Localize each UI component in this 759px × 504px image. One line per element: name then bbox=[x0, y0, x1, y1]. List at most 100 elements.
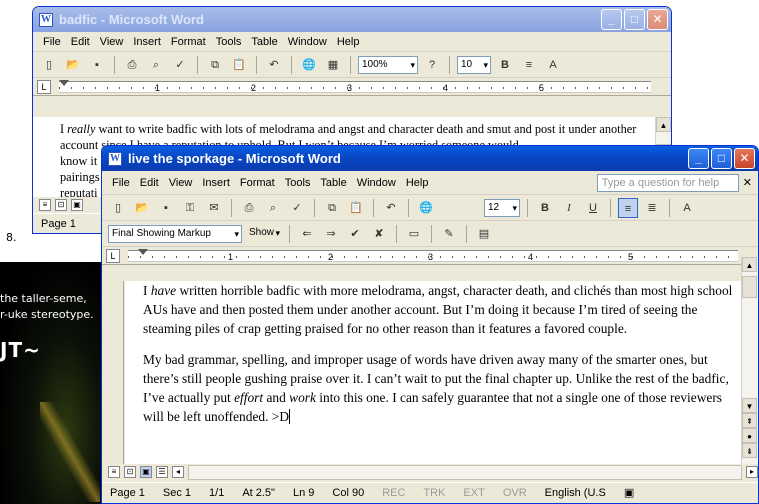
table-icon[interactable]: ▦ bbox=[323, 55, 343, 75]
web-view-icon[interactable]: ⊡ bbox=[124, 466, 136, 478]
normal-view-icon[interactable]: ≡ bbox=[108, 466, 120, 478]
menu-help[interactable]: Help bbox=[406, 177, 429, 189]
menu-table[interactable]: Table bbox=[320, 177, 346, 189]
close-document-icon[interactable]: ✕ bbox=[743, 176, 752, 189]
back-window-titlebar[interactable]: W badfic - Microsoft Word _ □ ✕ bbox=[33, 7, 671, 32]
align-icon[interactable]: ≡ bbox=[519, 55, 539, 75]
paste-icon[interactable]: 📋 bbox=[346, 198, 366, 218]
tab-selector[interactable]: L bbox=[106, 248, 120, 263]
menu-insert[interactable]: Insert bbox=[133, 36, 161, 48]
scroll-up-arrow[interactable]: ▲ bbox=[742, 257, 757, 272]
new-document-icon[interactable]: ▯ bbox=[108, 198, 128, 218]
menu-edit[interactable]: Edit bbox=[140, 177, 159, 189]
minimize-button[interactable]: _ bbox=[688, 148, 709, 169]
track-changes-icon[interactable]: ✎ bbox=[439, 224, 459, 244]
italic-button[interactable]: I bbox=[559, 198, 579, 218]
menu-tools[interactable]: Tools bbox=[285, 177, 311, 189]
justify-button[interactable]: ≣ bbox=[642, 198, 662, 218]
reviewing-pane-icon[interactable]: ▤ bbox=[474, 224, 494, 244]
status-ext[interactable]: EXT bbox=[463, 487, 484, 499]
ask-question-input[interactable]: Type a question for help bbox=[596, 173, 739, 192]
hyperlink-icon[interactable]: 🌐 bbox=[416, 198, 436, 218]
menu-window[interactable]: Window bbox=[357, 177, 396, 189]
close-button[interactable]: ✕ bbox=[647, 9, 668, 30]
scroll-up-arrow[interactable]: ▲ bbox=[656, 117, 671, 132]
styles-icon[interactable]: A bbox=[543, 55, 563, 75]
front-window-titlebar[interactable]: W live the sporkage - Microsoft Word _ □… bbox=[102, 146, 758, 171]
web-view-icon[interactable]: ⊡ bbox=[55, 199, 67, 211]
bold-button[interactable]: B bbox=[495, 55, 515, 75]
maximize-button[interactable]: □ bbox=[711, 148, 732, 169]
status-ovr[interactable]: OVR bbox=[503, 487, 527, 499]
help-icon[interactable]: ? bbox=[422, 55, 442, 75]
next-change-icon[interactable]: ⇒ bbox=[321, 224, 341, 244]
front-ruler[interactable]: L 1 2 3 4 5 bbox=[102, 247, 758, 265]
print-icon[interactable]: ⎙ bbox=[239, 198, 259, 218]
open-folder-icon[interactable]: 📂 bbox=[132, 198, 152, 218]
print-view-icon[interactable]: ▣ bbox=[140, 466, 152, 478]
menu-window[interactable]: Window bbox=[288, 36, 327, 48]
permission-icon[interactable]: ⚿ bbox=[180, 198, 200, 218]
print-icon[interactable]: ⎙ bbox=[122, 55, 142, 75]
hyperlink-icon[interactable]: 🌐 bbox=[299, 55, 319, 75]
print-preview-icon[interactable]: ⌕ bbox=[146, 55, 166, 75]
scroll-thumb[interactable] bbox=[742, 276, 757, 298]
menu-edit[interactable]: Edit bbox=[71, 36, 90, 48]
previous-change-icon[interactable]: ⇐ bbox=[297, 224, 317, 244]
front-vertical-scrollbar[interactable]: ▲ ▼ ⇞ ● ⇟ bbox=[741, 257, 758, 464]
select-browse-object-icon[interactable]: ● bbox=[742, 428, 757, 443]
previous-page-icon[interactable]: ⇞ bbox=[742, 413, 757, 428]
copy-icon[interactable]: ⧉ bbox=[322, 198, 342, 218]
menu-tools[interactable]: Tools bbox=[216, 36, 242, 48]
front-document[interactable]: I have written horrible badfic with more… bbox=[125, 281, 741, 464]
zoom-select[interactable]: 100% bbox=[358, 55, 418, 74]
menu-insert[interactable]: Insert bbox=[202, 177, 230, 189]
undo-icon[interactable]: ↶ bbox=[264, 55, 284, 75]
bold-button[interactable]: B bbox=[535, 198, 555, 218]
save-icon[interactable]: ▪ bbox=[87, 55, 107, 75]
status-rec[interactable]: REC bbox=[382, 487, 405, 499]
email-icon[interactable]: ✉ bbox=[204, 198, 224, 218]
menu-file[interactable]: File bbox=[112, 177, 130, 189]
normal-view-icon[interactable]: ≡ bbox=[39, 199, 51, 211]
back-ruler[interactable]: L 1 2 3 4 5 bbox=[33, 78, 671, 96]
save-icon[interactable]: ▪ bbox=[156, 198, 176, 218]
menu-help[interactable]: Help bbox=[337, 36, 360, 48]
styles-icon[interactable]: A bbox=[677, 198, 697, 218]
underline-button[interactable]: U bbox=[583, 198, 603, 218]
markup-mode-select[interactable]: Final Showing Markup bbox=[108, 224, 242, 243]
horizontal-scroll-track[interactable] bbox=[188, 464, 742, 480]
status-trk[interactable]: TRK bbox=[423, 487, 445, 499]
undo-icon[interactable]: ↶ bbox=[381, 198, 401, 218]
scroll-left-arrow[interactable]: ◂ bbox=[172, 466, 184, 478]
print-preview-icon[interactable]: ⌕ bbox=[263, 198, 283, 218]
menu-file[interactable]: File bbox=[43, 36, 61, 48]
front-word-window[interactable]: W live the sporkage - Microsoft Word _ □… bbox=[101, 145, 759, 504]
menu-view[interactable]: View bbox=[169, 177, 193, 189]
spelling-icon[interactable]: ✓ bbox=[170, 55, 190, 75]
minimize-button[interactable]: _ bbox=[601, 9, 622, 30]
spelling-status-icon[interactable]: ▣ bbox=[624, 486, 634, 499]
spelling-icon[interactable]: ✓ bbox=[287, 198, 307, 218]
open-folder-icon[interactable]: 📂 bbox=[63, 55, 83, 75]
insert-comment-icon[interactable]: ▭ bbox=[404, 224, 424, 244]
maximize-button[interactable]: □ bbox=[624, 9, 645, 30]
menu-format[interactable]: Format bbox=[240, 177, 275, 189]
align-left-button[interactable]: ≡ bbox=[618, 197, 638, 218]
new-document-icon[interactable]: ▯ bbox=[39, 55, 59, 75]
font-size-select[interactable]: 12 bbox=[484, 198, 520, 217]
scroll-down-arrow[interactable]: ▼ bbox=[742, 398, 757, 413]
reject-change-icon[interactable]: ✘ bbox=[369, 224, 389, 244]
font-size-select[interactable]: 10 bbox=[457, 55, 491, 74]
print-view-icon[interactable]: ▣ bbox=[71, 199, 83, 211]
paste-icon[interactable]: 📋 bbox=[229, 55, 249, 75]
menu-view[interactable]: View bbox=[100, 36, 124, 48]
scroll-right-arrow[interactable]: ▸ bbox=[746, 466, 758, 478]
tab-selector[interactable]: L bbox=[37, 79, 51, 94]
close-button[interactable]: ✕ bbox=[734, 148, 755, 169]
copy-icon[interactable]: ⧉ bbox=[205, 55, 225, 75]
menu-format[interactable]: Format bbox=[171, 36, 206, 48]
next-page-icon[interactable]: ⇟ bbox=[742, 443, 757, 458]
show-menu[interactable]: Show bbox=[246, 225, 282, 243]
menu-table[interactable]: Table bbox=[251, 36, 277, 48]
